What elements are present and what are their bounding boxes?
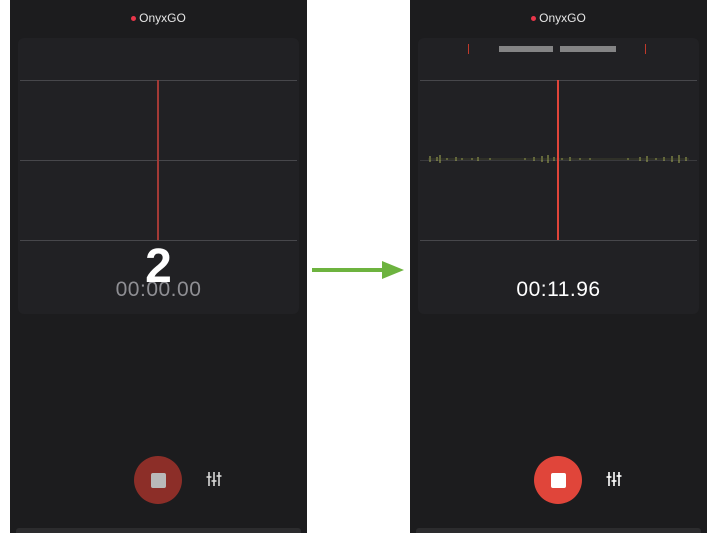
overview-ticks	[499, 46, 616, 52]
grid-line-bottom	[420, 240, 697, 241]
stop-icon	[550, 472, 566, 488]
bottom-sheet-handle	[16, 528, 301, 533]
elapsed-timer: 00:11.96	[516, 278, 601, 301]
equalizer-icon[interactable]	[605, 470, 623, 488]
stop-icon	[150, 472, 166, 488]
countdown-number: 2	[145, 240, 172, 293]
overview-marker-right	[645, 44, 646, 54]
phone-screen-before: OnyxGO 00:00.00 2	[10, 0, 307, 533]
playhead[interactable]	[157, 80, 159, 240]
recording-dot-icon	[131, 15, 137, 21]
record-stop-button[interactable]	[534, 456, 582, 504]
record-stop-button[interactable]	[134, 456, 182, 504]
phone-screen-after: OnyxGO 00:11.96	[410, 0, 707, 533]
right-arrow-icon	[312, 258, 404, 282]
waveform-panel[interactable]: 00:00.00 2	[18, 38, 299, 314]
app-title: OnyxGO	[139, 11, 186, 25]
status-bar: OnyxGO	[410, 0, 707, 36]
status-bar: OnyxGO	[10, 0, 307, 36]
playhead[interactable]	[557, 80, 559, 240]
bottom-sheet-handle	[416, 528, 701, 533]
recording-dot-icon	[531, 15, 537, 21]
equalizer-icon[interactable]	[205, 470, 223, 488]
waveform-panel[interactable]: 00:11.96	[418, 38, 699, 314]
recording-overview[interactable]	[418, 44, 699, 56]
app-title: OnyxGO	[539, 11, 586, 25]
overview-marker-left	[468, 44, 469, 54]
